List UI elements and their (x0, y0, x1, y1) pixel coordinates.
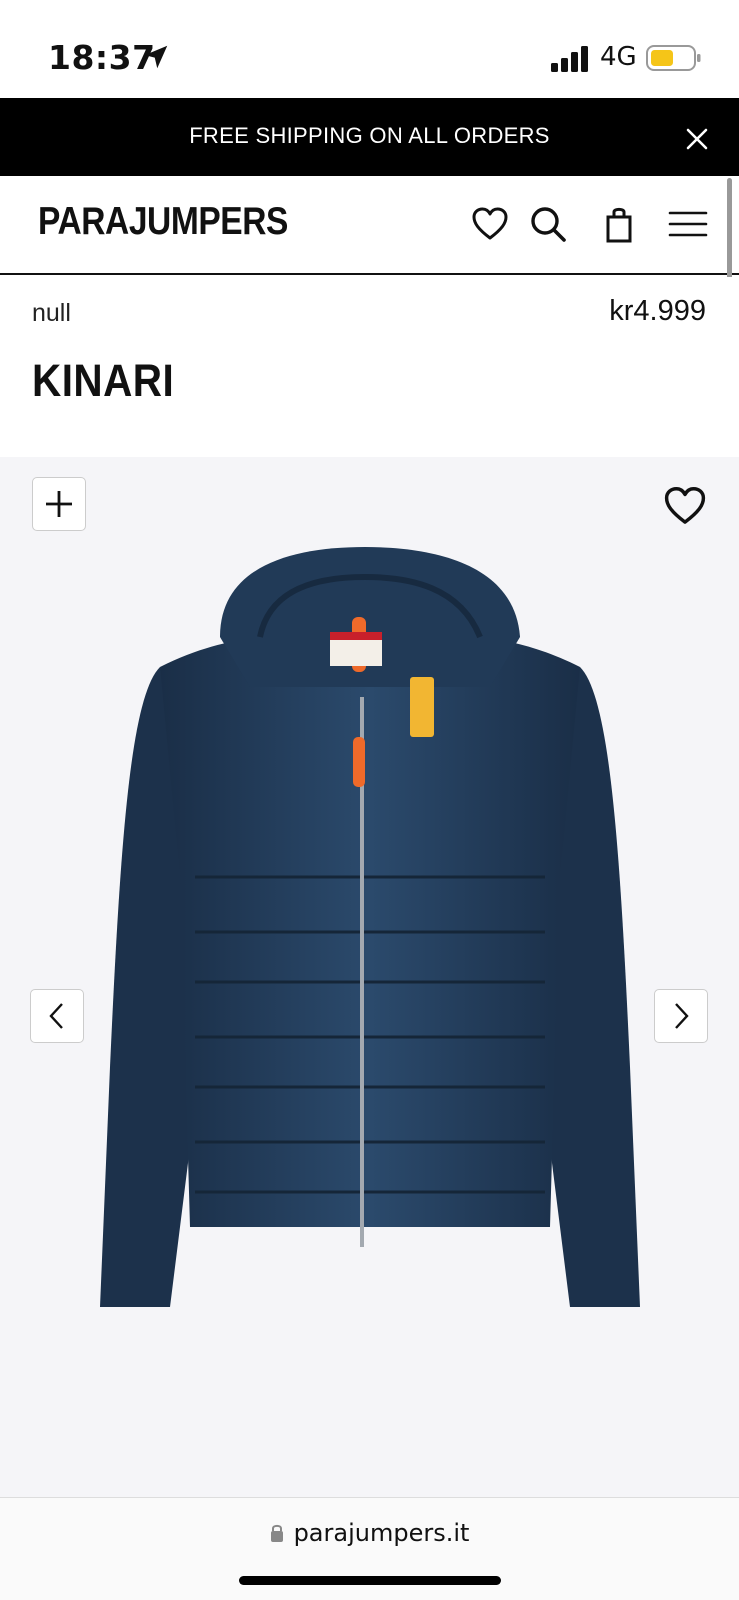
battery-icon (646, 45, 701, 71)
menu-icon[interactable] (668, 204, 708, 244)
product-category: null (32, 299, 71, 327)
status-bar: 18:37 4G (0, 0, 739, 98)
signal-bars-icon (551, 46, 588, 72)
heart-icon[interactable] (470, 204, 510, 244)
product-header: null kr4.999 KINARI (0, 277, 739, 457)
next-image-button[interactable] (654, 989, 708, 1043)
product-image (100, 547, 640, 1307)
product-title: KINARI (32, 355, 175, 406)
heart-icon[interactable] (662, 483, 708, 529)
browser-url-bar[interactable]: parajumpers.it (0, 1497, 739, 1600)
product-price: kr4.999 (609, 295, 706, 327)
url-display[interactable]: parajumpers.it (0, 1519, 739, 1547)
url-text: parajumpers.it (293, 1519, 470, 1547)
zoom-button[interactable] (32, 477, 86, 531)
chevron-left-icon (49, 1003, 63, 1029)
site-header: PARAJUMPERS (0, 176, 739, 275)
prev-image-button[interactable] (30, 989, 84, 1043)
chevron-right-icon (675, 1003, 689, 1029)
promo-banner: FREE SHIPPING ON ALL ORDERS (0, 98, 739, 176)
close-icon[interactable] (684, 126, 710, 152)
promo-text: FREE SHIPPING ON ALL ORDERS (189, 123, 550, 148)
network-type: 4G (600, 42, 637, 72)
brand-logo[interactable]: PARAJUMPERS (38, 200, 288, 244)
bag-icon[interactable] (600, 204, 640, 244)
plus-icon (46, 491, 72, 517)
location-arrow-icon (144, 45, 168, 69)
status-time: 18:37 (48, 38, 156, 77)
home-indicator[interactable] (239, 1576, 501, 1585)
search-icon[interactable] (528, 204, 568, 244)
lock-icon (270, 1524, 283, 1542)
product-gallery[interactable] (0, 457, 739, 1497)
